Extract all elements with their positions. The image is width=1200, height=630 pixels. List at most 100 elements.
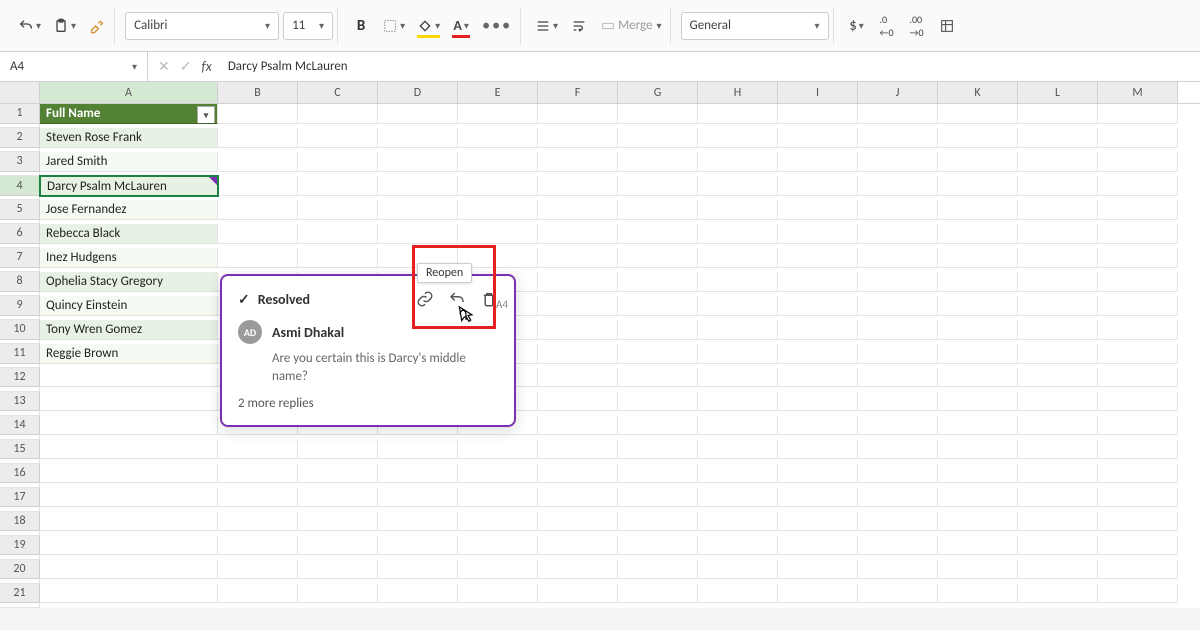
row-header[interactable]: 6 [0,224,40,244]
cell[interactable] [1018,488,1098,507]
cell[interactable] [218,488,298,507]
format-painter-button[interactable] [84,12,110,40]
cell[interactable] [538,344,618,364]
cell[interactable] [858,368,938,387]
cell[interactable] [1018,272,1098,292]
cell[interactable] [458,488,538,507]
cell[interactable] [40,536,218,555]
cell[interactable] [1098,224,1178,244]
cell[interactable] [298,512,378,531]
cell[interactable] [698,152,778,172]
font-color-button[interactable]: A ▾ [448,12,474,40]
cell[interactable] [298,488,378,507]
cell[interactable] [698,272,778,292]
cell[interactable] [458,512,538,531]
cell[interactable] [938,248,1018,268]
row-header[interactable]: 20 [0,560,40,579]
cell[interactable] [938,512,1018,531]
cell[interactable]: Steven Rose Frank [40,128,218,148]
cell[interactable] [538,416,618,435]
cell[interactable] [938,584,1018,603]
cell[interactable] [938,344,1018,364]
cell[interactable] [858,104,938,124]
cell[interactable] [458,536,538,555]
cell[interactable] [298,176,378,196]
cell[interactable] [218,560,298,579]
cell[interactable] [858,488,938,507]
cell[interactable] [1018,152,1098,172]
cell[interactable] [298,464,378,483]
cell[interactable] [858,272,938,292]
cell[interactable] [378,224,458,244]
cell[interactable] [938,488,1018,507]
row-header[interactable]: 21 [0,584,40,603]
column-header[interactable]: D [378,82,458,103]
row-header[interactable]: 19 [0,536,40,555]
cell[interactable] [1098,272,1178,292]
cell[interactable] [938,128,1018,148]
cell[interactable] [0,603,40,608]
cell[interactable] [378,560,458,579]
cell[interactable] [298,536,378,555]
cell[interactable] [458,152,538,172]
cell[interactable] [1018,464,1098,483]
cell[interactable] [778,128,858,148]
cell[interactable] [618,464,698,483]
cell[interactable] [858,224,938,244]
row-header[interactable]: 17 [0,488,40,507]
cell[interactable] [1018,128,1098,148]
cell[interactable] [698,128,778,148]
cell[interactable] [378,488,458,507]
cell[interactable] [538,512,618,531]
cell[interactable] [378,440,458,459]
row-header[interactable]: 12 [0,368,40,387]
row-header[interactable]: 11 [0,344,40,364]
cell[interactable] [858,320,938,340]
cell[interactable] [458,104,538,124]
cell[interactable] [298,152,378,172]
column-header[interactable]: B [218,82,298,103]
cell[interactable] [40,584,218,603]
cell[interactable] [618,560,698,579]
cell[interactable] [40,560,218,579]
cell[interactable] [298,248,378,268]
cell[interactable] [938,560,1018,579]
row-header[interactable]: 1 [0,104,40,124]
cell[interactable] [618,176,698,196]
cell[interactable] [1018,368,1098,387]
column-header[interactable]: E [458,82,538,103]
cell[interactable] [858,440,938,459]
undo-button[interactable]: ▾ [14,12,45,40]
cell[interactable] [298,128,378,148]
cell[interactable] [698,176,778,196]
cell[interactable] [1018,200,1098,220]
cell[interactable] [618,272,698,292]
column-header[interactable]: I [778,82,858,103]
cell[interactable] [858,176,938,196]
cancel-icon[interactable]: ✕ [158,58,170,75]
cell[interactable] [458,560,538,579]
cell[interactable] [618,368,698,387]
cell[interactable]: Inez Hudgens [40,248,218,268]
cell[interactable] [1018,296,1098,316]
cell[interactable] [538,560,618,579]
cell[interactable] [698,320,778,340]
cell[interactable] [218,464,298,483]
cell[interactable] [858,464,938,483]
cell[interactable] [1018,176,1098,196]
column-header[interactable]: J [858,82,938,103]
cell[interactable] [698,416,778,435]
cell[interactable]: Darcy Psalm McLauren [40,176,218,196]
cell[interactable] [538,368,618,387]
cell[interactable] [1098,200,1178,220]
cell[interactable] [618,152,698,172]
cell[interactable] [698,464,778,483]
cell[interactable] [618,320,698,340]
cell[interactable] [938,392,1018,411]
cell[interactable] [618,224,698,244]
cell[interactable] [618,200,698,220]
fx-label[interactable]: fx [201,58,211,75]
cell[interactable] [298,560,378,579]
cell[interactable] [1018,512,1098,531]
cell[interactable] [218,440,298,459]
